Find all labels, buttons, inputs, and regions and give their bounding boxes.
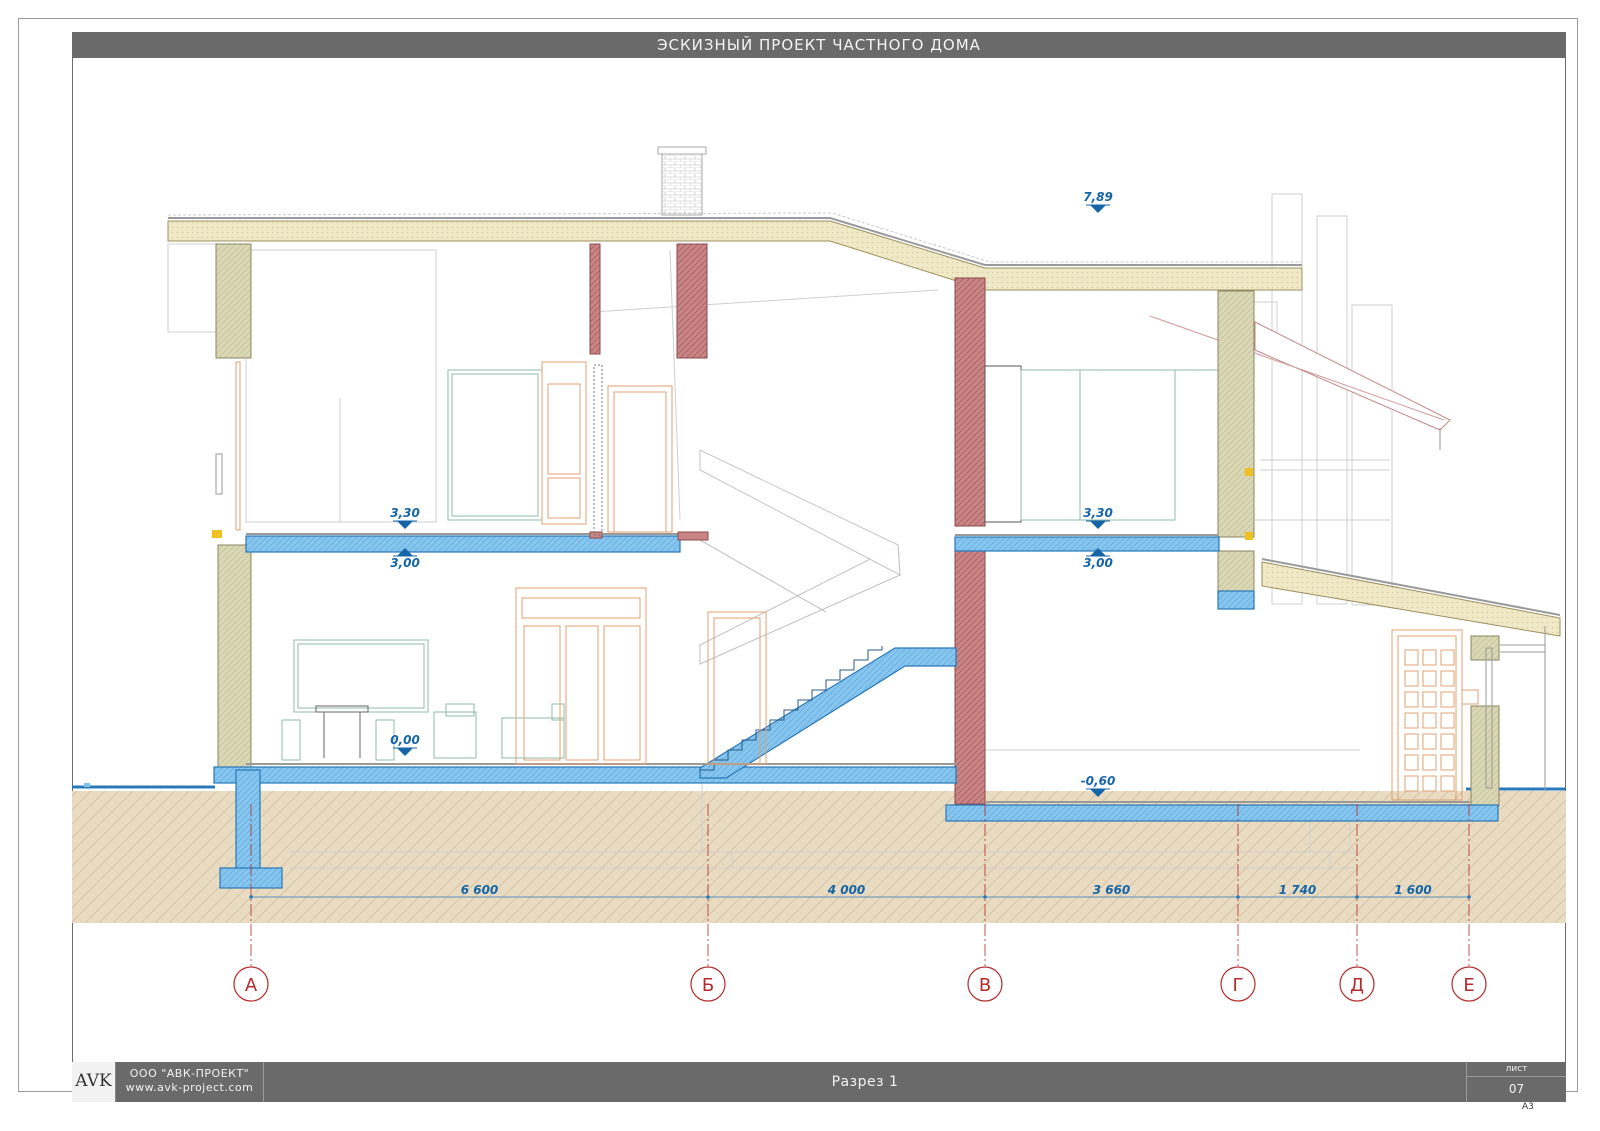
- entrance-door-grid: [1404, 649, 1455, 792]
- level-value: 3,00: [390, 556, 420, 570]
- axis-label: В: [979, 975, 991, 996]
- sheet-title-name: Разрез 1: [831, 1074, 899, 1090]
- dimension-value: 4 000: [827, 883, 866, 897]
- company-name: ООО "АВК-ПРОЕКТ": [129, 1067, 250, 1080]
- sheet-number-box: лист 07: [1466, 1062, 1566, 1102]
- axis-label: Д: [1350, 975, 1364, 996]
- level-mark: 0,00: [390, 733, 420, 756]
- sheet-label: лист: [1467, 1064, 1566, 1077]
- axis-label: Г: [1233, 975, 1244, 996]
- sheet-number: 07: [1508, 1082, 1525, 1096]
- level-value: 7,89: [1083, 190, 1113, 204]
- level-value: 3,30: [390, 506, 420, 520]
- axis-label: Б: [702, 975, 714, 996]
- axis-label: Е: [1463, 975, 1474, 996]
- section-drawing: А Б В Г Д Е 6 600 4 000 3 660 1 740 1 600 7,89 3,3…: [72, 146, 1566, 1002]
- chimney: [657, 146, 707, 216]
- level-mark: 3,30: [1083, 506, 1113, 529]
- ground: [72, 783, 1566, 923]
- dimension-value: 3 660: [1093, 883, 1131, 897]
- level-mark: 3,30: [390, 506, 420, 529]
- dimension-value: 1 600: [1394, 883, 1432, 897]
- paper-format: А3: [1522, 1102, 1534, 1112]
- level-value: 0,00: [390, 733, 420, 747]
- company-website: www.avk-project.com: [125, 1081, 254, 1094]
- company-block: ООО "АВК-ПРОЕКТ" www.avk-project.com: [116, 1062, 264, 1102]
- company-logo: AVK: [72, 1062, 116, 1102]
- level-value: -0,60: [1081, 774, 1116, 788]
- level-value: 3,00: [1083, 556, 1113, 570]
- axis-label: А: [245, 975, 258, 996]
- dimension-value: 6 600: [461, 883, 499, 897]
- level-value: 3,30: [1083, 506, 1113, 520]
- dimension-value: 1 740: [1279, 883, 1317, 897]
- level-mark: 7,89: [1083, 190, 1113, 213]
